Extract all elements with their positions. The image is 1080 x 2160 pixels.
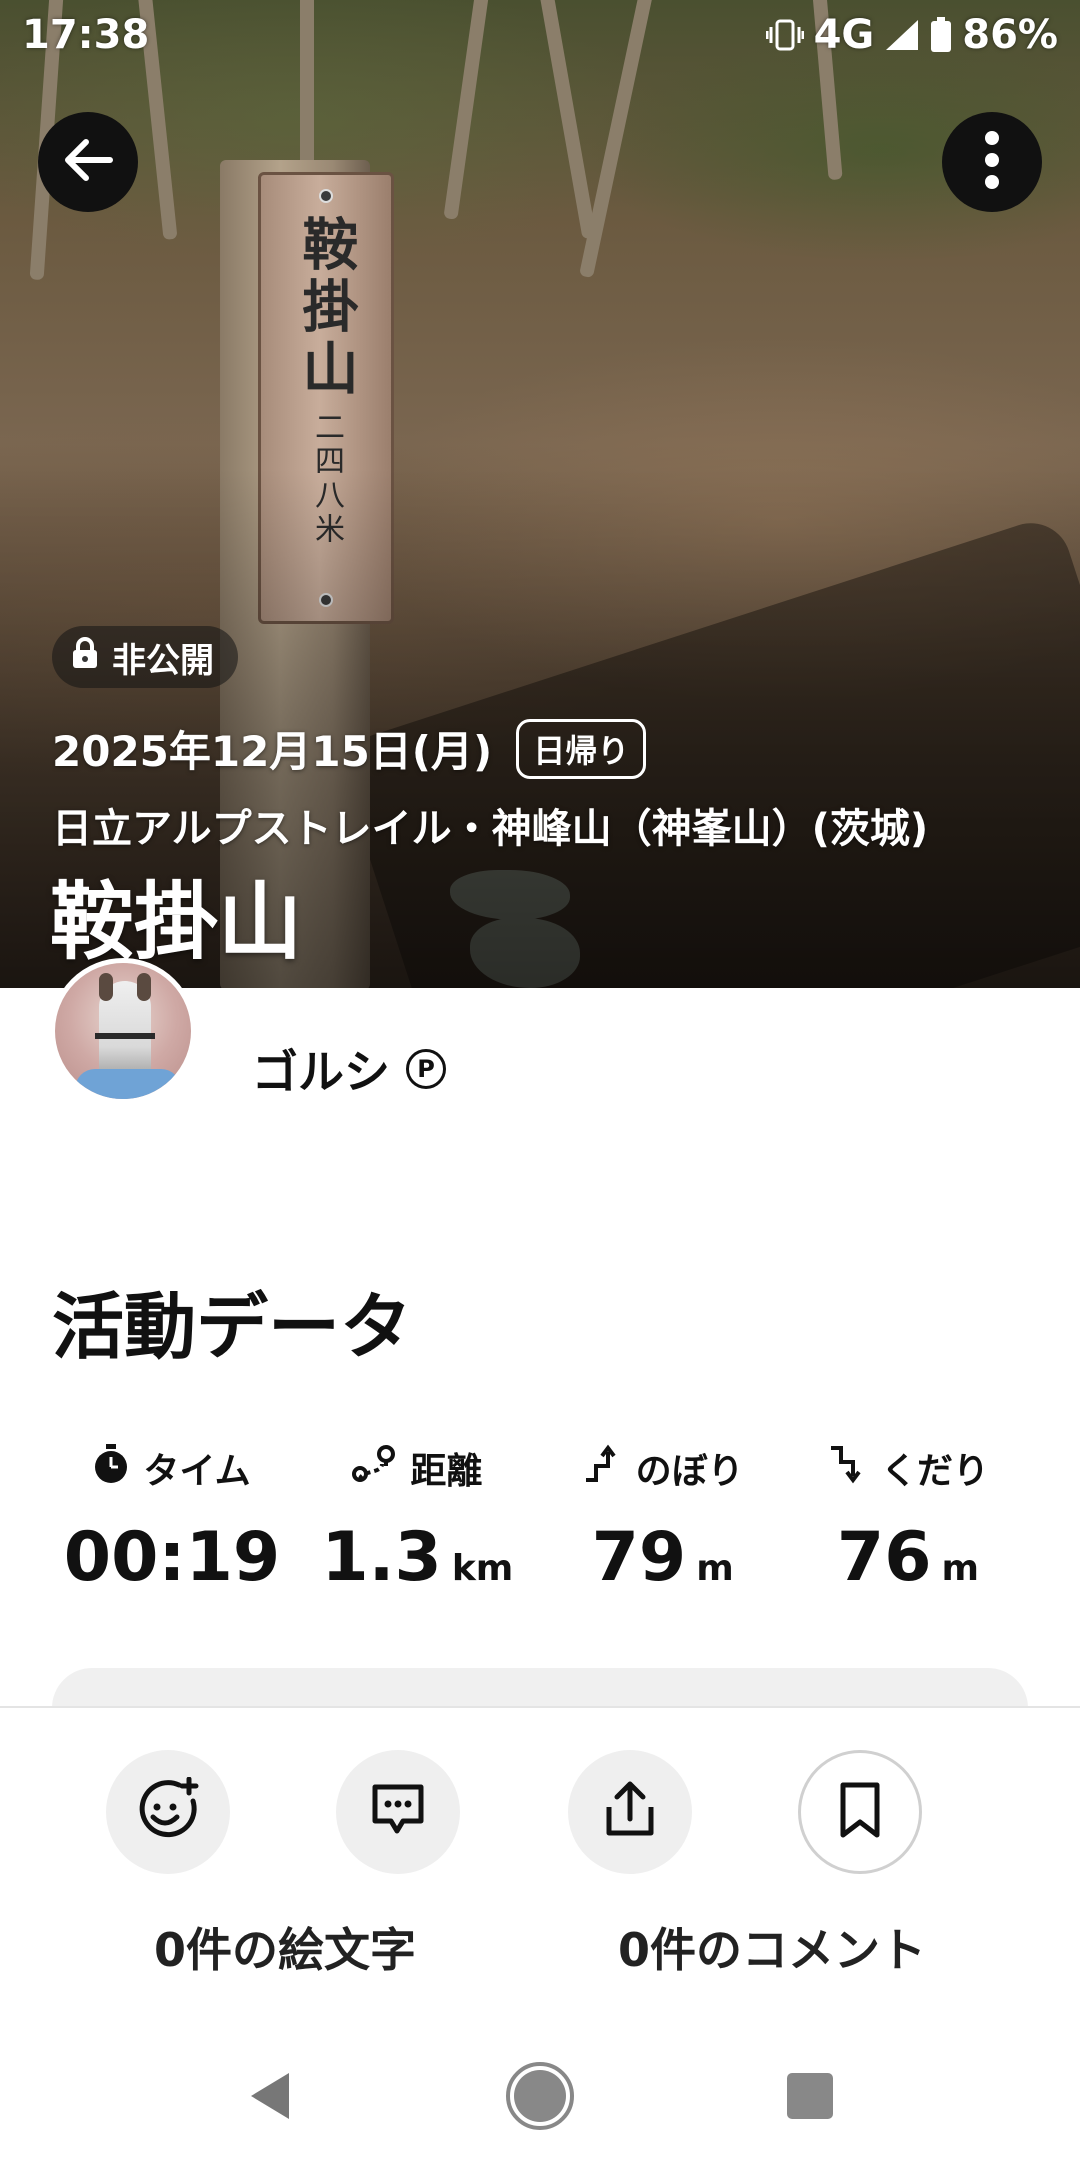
trip-type-tag: 日帰り xyxy=(516,718,647,779)
emoji-count[interactable]: 0件の絵文字 xyxy=(154,1914,416,1980)
network-type: 4G xyxy=(813,12,875,58)
stat-value: 1.3 xyxy=(321,1518,442,1597)
status-bar: 17:38 4G 86% xyxy=(0,0,1080,72)
signal-icon xyxy=(884,18,920,52)
stat-label: のぼり xyxy=(635,1451,744,1492)
stat-label: 距離 xyxy=(410,1451,483,1492)
nav-home-button[interactable] xyxy=(498,2056,582,2140)
add-emoji-button[interactable] xyxy=(106,1750,230,1874)
bookmark-icon xyxy=(835,1780,885,1844)
arrow-left-icon xyxy=(62,138,114,186)
battery-level: 86% xyxy=(962,12,1058,58)
triangle-back-icon xyxy=(245,2069,295,2127)
back-button[interactable] xyxy=(38,112,138,212)
stat-unit: km xyxy=(451,1548,514,1589)
status-time: 17:38 xyxy=(22,12,150,58)
user-name: ゴルシ xyxy=(252,1045,390,1099)
system-navigation-bar xyxy=(0,2036,1080,2160)
stat-distance: 距離 1.3 km xyxy=(297,1440,537,1597)
activity-title: 鞍掛山 xyxy=(50,873,303,971)
descent-icon xyxy=(827,1444,867,1493)
circle-home-icon xyxy=(504,2060,576,2136)
stat-descent: くだり 76 m xyxy=(788,1440,1028,1597)
nav-back-button[interactable] xyxy=(228,2056,312,2140)
stat-value: 00:19 xyxy=(63,1518,281,1597)
area-name[interactable]: 日立アルプストレイル・神峰山（神峯山）(茨城) xyxy=(52,796,928,854)
stat-unit: m xyxy=(941,1548,980,1589)
nav-recents-button[interactable] xyxy=(768,2056,852,2140)
ascent-icon xyxy=(582,1444,622,1493)
stat-label: タイム xyxy=(143,1451,251,1492)
bookmark-button[interactable] xyxy=(798,1750,922,1874)
stat-time: タイム 00:19 xyxy=(52,1440,292,1597)
comment-count[interactable]: 0件のコメント xyxy=(618,1914,926,1980)
stat-value: 79 xyxy=(591,1518,687,1597)
stat-label: くだり xyxy=(880,1451,989,1492)
lock-icon xyxy=(72,636,98,678)
user-name-row[interactable]: ゴルシ P xyxy=(252,1036,446,1102)
square-recents-icon xyxy=(785,2071,835,2125)
action-bar: 0件の絵文字 0件のコメント xyxy=(0,1706,1080,2036)
distance-icon xyxy=(352,1444,396,1493)
emoji-add-icon xyxy=(135,1776,201,1847)
comment-button[interactable] xyxy=(336,1750,460,1874)
timer-icon xyxy=(93,1443,129,1493)
premium-badge: P xyxy=(406,1049,446,1089)
more-options-button[interactable] xyxy=(942,112,1042,212)
battery-icon xyxy=(930,17,952,53)
visibility-label: 非公開 xyxy=(112,640,214,681)
avatar[interactable] xyxy=(50,958,196,1104)
activity-stats: タイム 00:19 距離 1.3 km のぼり 79 m くだり 76 m xyxy=(52,1440,1028,1597)
vibrate-icon xyxy=(765,18,804,52)
comment-icon xyxy=(367,1779,429,1845)
share-icon xyxy=(601,1779,659,1845)
visibility-badge: 非公開 xyxy=(52,626,238,688)
sign-name: 鞍掛山 xyxy=(293,215,359,401)
share-button[interactable] xyxy=(568,1750,692,1874)
section-title-activity: 活動データ xyxy=(52,1285,413,1369)
stat-ascent: のぼり 79 m xyxy=(543,1440,783,1597)
activity-date: 2025年12月15日(月) xyxy=(52,727,493,776)
stat-unit: m xyxy=(696,1548,734,1589)
stat-value: 76 xyxy=(836,1518,932,1597)
more-vertical-icon xyxy=(982,130,1002,194)
